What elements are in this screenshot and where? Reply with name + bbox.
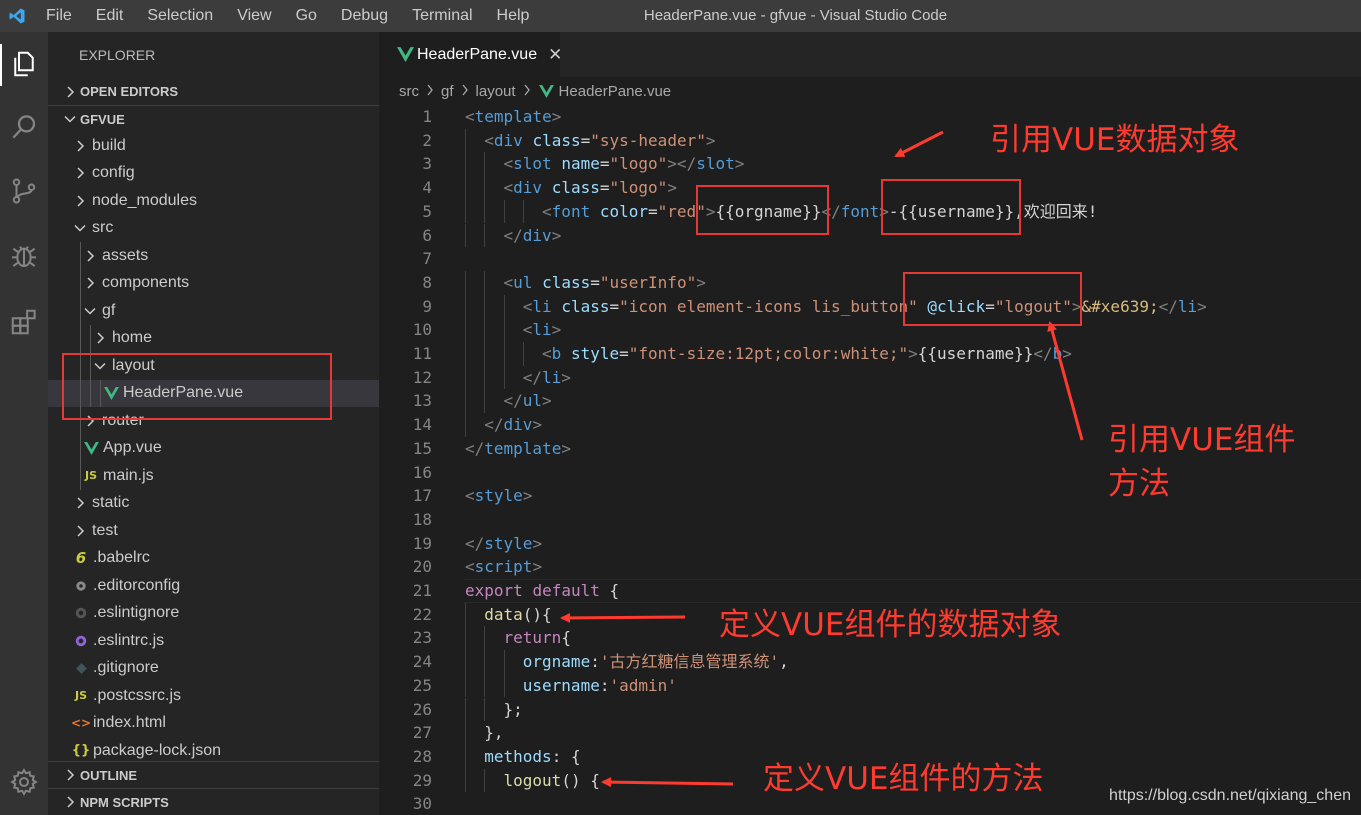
annotation-ref-method-line2: 方法 [1108,466,1170,502]
highlight-box-layout [62,353,332,420]
highlight-box-username [881,179,1021,235]
annotation-ref-data: 引用VUE数据对象 [990,122,1240,158]
annotation-def-method: 定义VUE组件的方法 [763,761,1044,797]
highlight-box-click [903,272,1082,326]
annotation-def-data: 定义VUE组件的数据对象 [719,607,1062,643]
annotation-ref-method-line1: 引用VUE组件 [1108,422,1296,458]
highlight-box-orgname [696,185,829,235]
arrow-def-method [601,777,734,788]
arrow-def-data [560,612,686,623]
arrow-ref-data [894,130,944,158]
arrow-ref-method [1047,321,1084,441]
watermark: https://blog.csdn.net/qixiang_chen [1109,787,1351,804]
